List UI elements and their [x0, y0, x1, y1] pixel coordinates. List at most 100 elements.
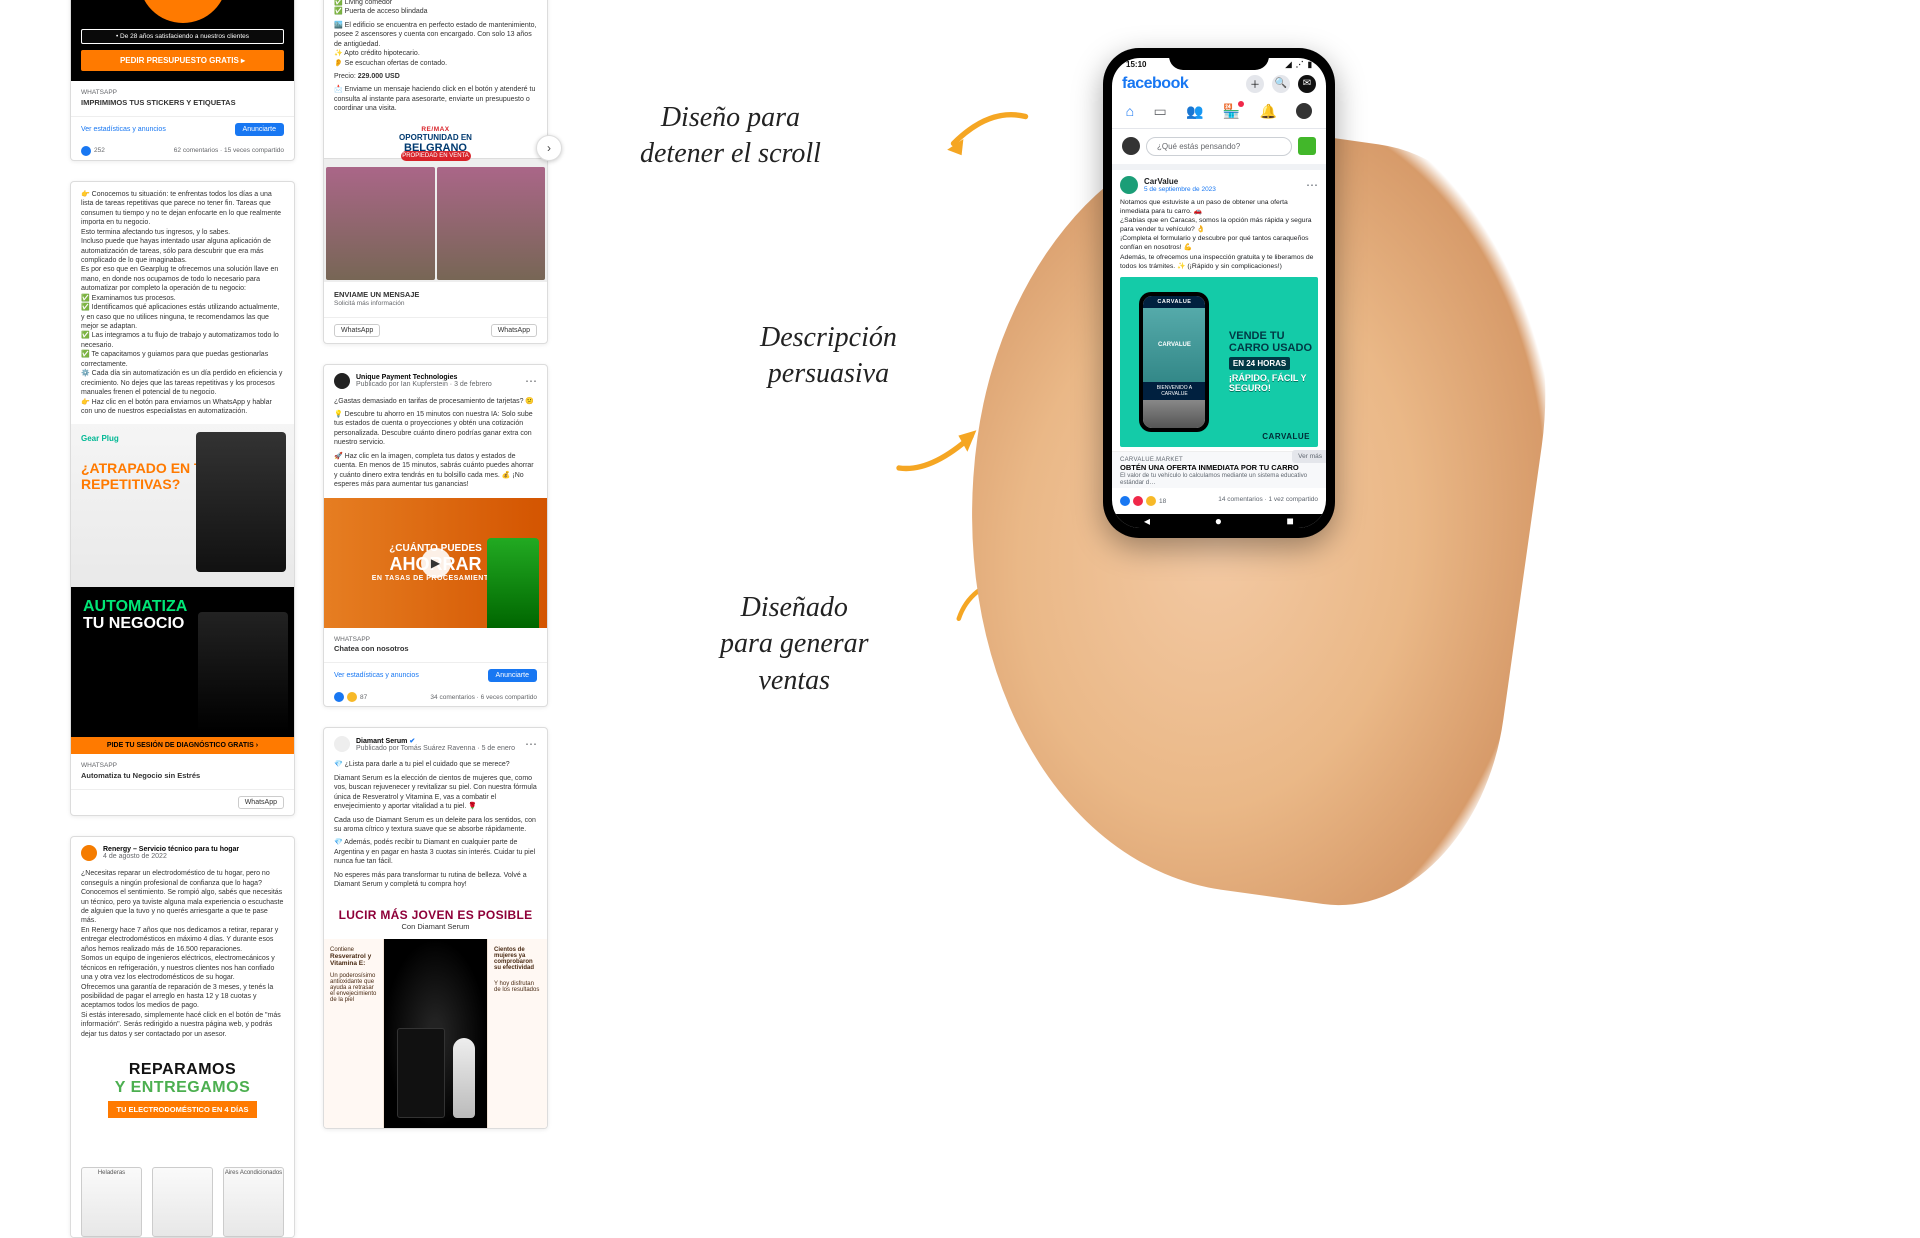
appliance-illustrations: Heladeras Aires Acondicionados: [81, 1138, 284, 1237]
signal-icon: ◢: [1285, 60, 1291, 69]
tab-notifications-icon[interactable]: 🔔: [1260, 103, 1277, 122]
gearplug-body: 👉 Conocemos tu situación: te enfrentas t…: [71, 182, 294, 425]
unique-p1: 💡 Descubre tu ahorro en 15 minutos con n…: [334, 410, 537, 448]
reaction-count: 18: [1159, 498, 1166, 505]
unique-boost-button[interactable]: Anunciarte: [488, 669, 537, 682]
post-page-name[interactable]: CarValue: [1144, 177, 1216, 186]
stickers-boost-button[interactable]: Anunciarte: [235, 123, 284, 136]
stickers-stats-link[interactable]: Ver estadísticas y anuncios: [81, 126, 166, 133]
gearplug-footer-block: WHATSAPP Automatiza tu Negocio sin Estré…: [71, 754, 294, 789]
creative-headline: VENDE TU CARRO USADO: [1229, 331, 1312, 354]
ad-card-gearplug: 👉 Conocemos tu situación: te enfrentas t…: [70, 181, 295, 816]
post-date[interactable]: 5 de septiembre de 2023: [1144, 186, 1216, 193]
stickers-footer-block: WHATSAPP IMPRIMIMOS TUS STICKERS Y ETIQU…: [71, 81, 294, 116]
creative-brand: CARVALUE: [1262, 432, 1310, 441]
property-photo: [437, 167, 546, 280]
unique-meta: 34 comentarios · 6 veces compartido: [430, 694, 537, 701]
tab-menu-avatar[interactable]: [1296, 103, 1312, 122]
add-icon[interactable]: ＋: [1246, 75, 1264, 93]
diamant-body: 💎 ¿Lista para darle a tu piel el cuidado…: [324, 752, 547, 897]
diamant-p2: Cada uso de Diamant Serum es un deleite …: [334, 816, 537, 835]
nav-back-icon[interactable]: ▸: [1144, 514, 1150, 528]
remax-photo-grid: [324, 165, 547, 282]
tab-home-icon[interactable]: ⌂: [1126, 103, 1134, 122]
remax-footer-label: ENVIAME UN MENSAJE: [334, 290, 537, 300]
nav-home-icon[interactable]: ●: [1215, 514, 1222, 528]
ad-card-renergy: Renergy – Servicio técnico para tu hogar…: [70, 836, 295, 1238]
composer-input[interactable]: ¿Qué estás pensando?: [1146, 137, 1292, 156]
more-options-icon[interactable]: ⋯: [525, 374, 537, 388]
comments-shares[interactable]: 14 comentarios · 1 vez compartido: [1218, 496, 1318, 506]
remax-desc1: 🏙️ El edificio se encuentra en perfecto …: [334, 21, 537, 49]
gearplug-cta-band[interactable]: PIDE TU SESIÓN DE DIAGNÓSTICO GRATIS ›: [71, 737, 294, 754]
remax-sale-pill: PROPIEDAD EN VENTA: [401, 151, 471, 161]
renergy-h1: REPARAMOS: [81, 1061, 284, 1079]
arrow-icon: [940, 100, 1030, 160]
stickers-cta-button[interactable]: PEDIR PRESUPUESTO GRATIS ▸: [81, 50, 284, 71]
tab-marketplace-icon[interactable]: 🏪: [1223, 103, 1240, 122]
notification-dot-icon: [1238, 101, 1244, 107]
whatsapp-button[interactable]: WhatsApp: [334, 324, 380, 337]
ad-card-unique: Unique Payment Technologies Publicado po…: [323, 364, 548, 708]
unique-stats-row: 87 34 comentarios · 6 veces compartido: [324, 688, 547, 706]
diamant-date: 5 de enero: [482, 745, 515, 752]
feed-post-carvalue: CarValue 5 de septiembre de 2023 ⋯ Notam…: [1112, 164, 1326, 514]
post-header: CarValue 5 de septiembre de 2023 ⋯: [1120, 176, 1318, 194]
diamant-avatar: [334, 736, 350, 752]
remax-price-label: Precio:: [334, 73, 356, 80]
renergy-page-name[interactable]: Renergy – Servicio técnico para tu hogar: [103, 846, 239, 853]
diamant-stage: Contiene Resveratrol y Vitamina E: Un po…: [324, 939, 547, 1128]
tab-friends-icon[interactable]: 👥: [1186, 103, 1203, 122]
whatsapp-button[interactable]: WhatsApp: [238, 796, 284, 809]
remax-price: 229.000 USD: [358, 73, 400, 80]
post-line4: Además, te ofrecemos una inspección grat…: [1120, 253, 1318, 271]
nav-recent-icon[interactable]: ■: [1286, 514, 1293, 528]
carousel-next-button[interactable]: ›: [536, 135, 562, 161]
unique-stats-link[interactable]: Ver estadísticas y anuncios: [334, 672, 419, 679]
ver-mas-button[interactable]: Ver más: [1292, 450, 1326, 463]
gearplug-top-panel: Gear Plug ¿ATRAPADO EN TAREAS REPETITIVA…: [71, 424, 294, 587]
carvalue-avatar[interactable]: [1120, 176, 1138, 194]
post-creative[interactable]: CARVALUE CARVALUE BIENVENIDO A CARVALUE …: [1120, 277, 1318, 447]
diamant-subtitle: Con Diamant Serum: [324, 922, 547, 931]
post-header-text: CarValue 5 de septiembre de 2023: [1144, 177, 1216, 193]
remax-footer-row: WhatsApp WhatsApp: [324, 317, 547, 343]
photo-icon[interactable]: [1298, 137, 1316, 155]
unique-media[interactable]: ¿CUÁNTO PUEDES AHORRAR EN TASAS DE PROCE…: [324, 498, 547, 628]
gearplug-footer-row: WhatsApp: [71, 789, 294, 815]
stickers-years-strip: • De 28 años satisfaciendo a nuestros cl…: [81, 29, 284, 44]
renergy-header-text: Renergy – Servicio técnico para tu hogar…: [103, 846, 239, 860]
tab-video-icon[interactable]: ▭: [1153, 103, 1166, 122]
renergy-h2: Y ENTREGAMOS: [81, 1079, 284, 1097]
ads-gallery: STICKERS EMPRESARIALES EN TIEMPO RÉCORD …: [70, 0, 548, 1238]
property-photo: [326, 167, 435, 280]
messenger-icon[interactable]: ✉: [1298, 75, 1316, 93]
unique-like-count: 87: [360, 694, 367, 701]
unique-footer-block: WHATSAPP Chatea con nosotros: [324, 628, 547, 663]
play-icon[interactable]: ▶: [421, 548, 451, 578]
battery-icon: ▮: [1308, 60, 1312, 69]
whatsapp-button[interactable]: WhatsApp: [491, 324, 537, 337]
user-avatar[interactable]: [1122, 137, 1140, 155]
post-link-meta[interactable]: Ver más CARVALUE.MARKET OBTÉN UNA OFERTA…: [1112, 451, 1326, 488]
search-icon[interactable]: 🔍: [1272, 75, 1290, 93]
remax-footer-block: ENVIAME UN MENSAJE Solicitá más informac…: [324, 282, 547, 317]
diamant-p0: 💎 ¿Lista para darle a tu piel el cuidado…: [334, 760, 537, 769]
phone-notch: [1169, 48, 1269, 70]
mini-welcome-band: BIENVENIDO A CARVALUE: [1143, 382, 1205, 400]
stickers-meta: 62 comentarios · 15 veces compartido: [174, 147, 284, 154]
renergy-header: Renergy – Servicio técnico para tu hogar…: [71, 837, 294, 861]
unique-page-name[interactable]: Unique Payment Technologies: [356, 374, 492, 381]
gallery-column-2: ✅ 3 Dormitorios ✅ 3 Baños ✅ Living comed…: [323, 0, 548, 1238]
gearplug-bottom-panel: AUTOMATIZA TU NEGOCIO PIDE TU SESIÓN DE …: [71, 587, 294, 754]
more-options-icon[interactable]: ⋯: [1306, 178, 1318, 192]
serum-dropper-illustration: [453, 1038, 475, 1118]
remax-desc3: 👂 Se escuchan ofertas de contado.: [334, 59, 537, 68]
diamant-page-name[interactable]: Diamant Serum: [356, 738, 407, 745]
annotation-persuasive-copy: Descripción persuasiva: [760, 320, 897, 393]
reactions-cluster[interactable]: 18: [1120, 496, 1166, 506]
more-options-icon[interactable]: ⋯: [525, 737, 537, 751]
diamant-p4: No esperes más para transformar tu rutin…: [334, 871, 537, 890]
facebook-logo[interactable]: facebook: [1122, 75, 1188, 93]
post-headline: OBTÉN UNA OFERTA INMEDIATA POR TU CARRO: [1120, 463, 1318, 472]
